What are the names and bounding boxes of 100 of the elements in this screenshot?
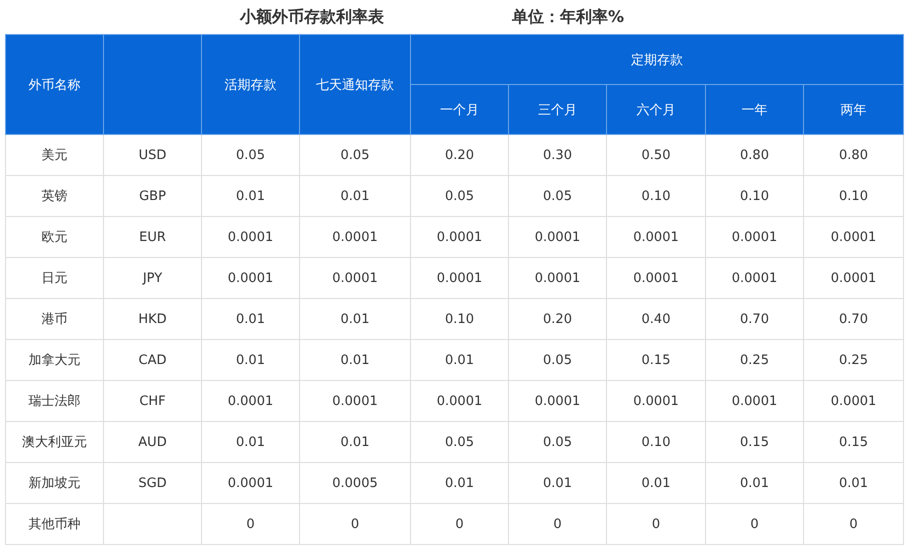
table-cell: 0.01 [300,340,410,380]
header-cell: 外币名称 [6,34,104,134]
table-cell: EUR [104,216,202,258]
table-cell: 加拿大元 [6,340,104,380]
table-cell: 0.01 [508,462,606,504]
table-cell: HKD [104,298,202,340]
table-cell: 0.0001 [202,462,300,504]
table-cell: 0.15 [706,422,804,462]
table-cell: 0.80 [706,134,804,176]
table-cell: 0.01 [300,298,410,340]
table-cell: 0.10 [410,298,508,340]
table-cell: GBP [104,176,202,216]
table-cell: 0.0001 [606,258,706,298]
table-cell: 0 [804,504,904,544]
header-cell: 活期存款 [202,34,300,134]
table-cell: 0.0001 [804,258,904,298]
table-cell: 0 [508,504,606,544]
table-cell: 0.05 [508,176,606,216]
header-cell: 定期存款 [410,34,904,84]
table-cell: SGD [104,462,202,504]
table-cell: 0.10 [606,422,706,462]
table-cell: 0.25 [804,340,904,380]
table-cell: 0.0001 [804,216,904,258]
unit-label: 单位：年利率% [512,6,624,28]
table-cell: 0.0001 [300,380,410,422]
table-cell: 美元 [6,134,104,176]
table-cell: 0.0001 [508,216,606,258]
header-cell: 两年 [804,84,904,134]
table-cell: 0.0001 [410,216,508,258]
table-cell: 0.0001 [508,258,606,298]
table-cell: 0.25 [706,340,804,380]
table-cell: 0.0001 [508,380,606,422]
table-cell: 0.0001 [606,380,706,422]
table-cell: 0.15 [606,340,706,380]
table-cell: JPY [104,258,202,298]
table-cell: 0 [300,504,410,544]
table-cell: 0.30 [508,134,606,176]
table-cell: 瑞士法郎 [6,380,104,422]
header-cell: 一年 [706,84,804,134]
table-cell: 0.0001 [706,216,804,258]
table-cell: 新加坡元 [6,462,104,504]
table-cell: 0.0005 [300,462,410,504]
header-cell: 三个月 [508,84,606,134]
table-cell: USD [104,134,202,176]
table-cell: 0.01 [300,176,410,216]
table-title: 小额外币存款利率表 [240,6,384,28]
header-cell: 六个月 [606,84,706,134]
table-cell: 0.01 [706,462,804,504]
table-cell: 0.05 [508,422,606,462]
table-cell: 0 [202,504,300,544]
table-cell: 0.01 [410,340,508,380]
table-cell: AUD [104,422,202,462]
table-cell: 0.40 [606,298,706,340]
table-cell: 0.01 [804,462,904,504]
table-cell: 0.01 [202,176,300,216]
table-cell: 0 [410,504,508,544]
table-cell: 0.05 [202,134,300,176]
table-cell: 0.20 [410,134,508,176]
table-cell: 0.01 [202,422,300,462]
table-cell: 0.01 [410,462,508,504]
table-cell: 欧元 [6,216,104,258]
table-cell: 0.10 [706,176,804,216]
table-cell: 0.05 [508,340,606,380]
table-cell: 0.50 [606,134,706,176]
table-cell: CHF [104,380,202,422]
table-cell: 0.70 [804,298,904,340]
table-cell: 0.80 [804,134,904,176]
table-cell: 0.0001 [606,216,706,258]
table-cell: 0.20 [508,298,606,340]
table-cell: 0.0001 [804,380,904,422]
table-cell: 0.0001 [410,380,508,422]
table-cell: 0.05 [410,422,508,462]
table-cell: 0.0001 [300,216,410,258]
table-cell: 0.01 [300,422,410,462]
table-cell: 0.15 [804,422,904,462]
table-cell: 0.05 [300,134,410,176]
table-cell: 0.0001 [202,380,300,422]
table-cell: 0.10 [804,176,904,216]
table-cell: 0 [606,504,706,544]
table-cell: 0 [706,504,804,544]
table-cell: 港币 [6,298,104,340]
header-cell: 七天通知存款 [300,34,410,134]
table-cell: 0.01 [202,340,300,380]
table-cell: 英镑 [6,176,104,216]
table-cell: 0.01 [202,298,300,340]
table-cell: 澳大利亚元 [6,422,104,462]
table-cell: 0.0001 [202,258,300,298]
table-cell: 0.0001 [300,258,410,298]
header-cell: 一个月 [410,84,508,134]
table-cell: 其他币种 [6,504,104,544]
table-cell: 0.0001 [202,216,300,258]
table-cell: 0.0001 [706,258,804,298]
table-cell: 0.70 [706,298,804,340]
table-cell: 0.0001 [706,380,804,422]
table-cell: 0.10 [606,176,706,216]
table-cell: 日元 [6,258,104,298]
table-cell: CAD [104,340,202,380]
table-cell: 0.01 [606,462,706,504]
table-cell: 0.0001 [410,258,508,298]
table-cell: 0.05 [410,176,508,216]
